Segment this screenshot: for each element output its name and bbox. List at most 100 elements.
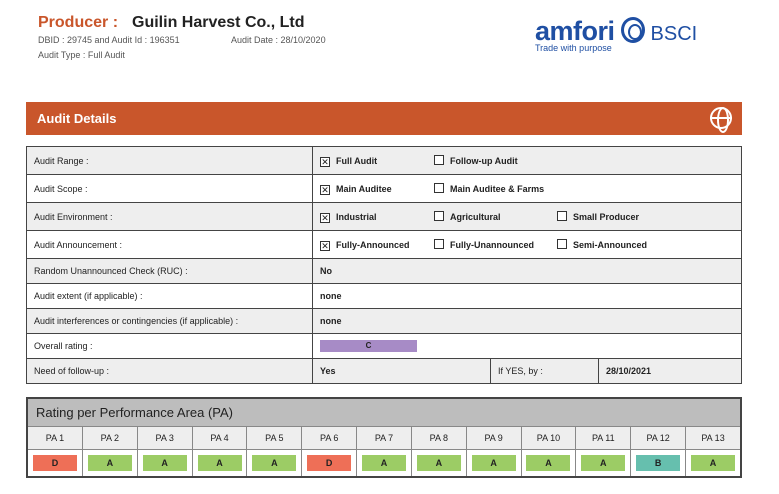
option-fully-unannounced: Fully-Unannounced	[434, 238, 557, 250]
option-agricultural: Agricultural	[434, 210, 557, 222]
pa-rating-badge: A	[142, 454, 187, 471]
checked-checkbox[interactable]: ✕	[320, 156, 330, 167]
option-label: Fully-Unannounced	[450, 239, 534, 250]
pa-rating-cell: A	[410, 449, 467, 477]
pa-rating-cell: D	[26, 449, 83, 477]
option-label: Main Auditee & Farms	[450, 183, 545, 194]
pa-name: PA 5	[246, 426, 303, 450]
option-label: Fully-Announced	[336, 239, 410, 250]
row-label: Overall rating :	[26, 333, 313, 359]
checkbox[interactable]	[434, 154, 444, 165]
checked-checkbox[interactable]: ✕	[320, 184, 330, 195]
pa-name: PA 11	[575, 426, 632, 450]
option-main-auditee: ✕ Main Auditee	[320, 184, 434, 195]
pa-rating-badge: A	[691, 454, 736, 471]
pa-rating-badge: A	[87, 454, 132, 471]
row-label: Audit Range :	[26, 146, 313, 175]
row-audit-announcement: Audit Announcement : ✕ Fully-Announced Full…	[26, 230, 742, 259]
producer-name: Guilin Harvest Co., Ltd	[132, 14, 305, 31]
option-label: Follow-up Audit	[450, 155, 518, 166]
overall-rating-badge: C	[320, 340, 417, 352]
logo-brand: amfori	[535, 16, 615, 46]
checkbox[interactable]	[557, 238, 567, 249]
option-industrial: ✕ Industrial	[320, 212, 434, 223]
option-main-auditee-farms: Main Auditee & Farms	[434, 182, 557, 194]
option-follow-up-audit: Follow-up Audit	[434, 154, 557, 166]
amfori-bsci-logo: amfori BSCI Trade with purpose	[535, 16, 697, 53]
pa-name: PA 8	[410, 426, 467, 450]
audit-date: Audit Date : 28/10/2020	[231, 35, 326, 45]
follow-up-date: 28/10/2021	[598, 358, 742, 384]
option-label: Semi-Announced	[573, 239, 648, 250]
checkbox[interactable]	[557, 210, 567, 221]
option-full-audit: ✕ Full Audit	[320, 156, 434, 167]
option-label: Small Producer	[573, 211, 640, 222]
globe-icon	[710, 107, 732, 133]
row-value: none	[312, 308, 742, 334]
row-label: Need of follow-up :	[26, 358, 313, 384]
pa-rating-cell: A	[246, 449, 303, 477]
pa-rating-cell: A	[520, 449, 577, 477]
checkbox[interactable]	[434, 210, 444, 221]
pa-name: PA 3	[136, 426, 193, 450]
pa-name: PA 13	[685, 426, 742, 450]
options: ✕ Industrial Agricultural Small Producer	[312, 202, 742, 231]
audit-type: Audit Type : Full Audit	[38, 50, 125, 60]
logo-program: BSCI	[650, 23, 698, 45]
pa-rating-badge: D	[32, 454, 77, 471]
row-overall-rating: Overall rating : C	[26, 333, 742, 359]
pa-rating-cell: A	[191, 449, 248, 477]
option-label: Industrial	[336, 211, 377, 222]
pa-rating-badge: A	[581, 454, 626, 471]
row-ruc: Random Unannounced Check (RUC) : No	[26, 258, 742, 284]
section-header: Audit Details	[26, 102, 742, 135]
pa-rating-cell: A	[81, 449, 138, 477]
pa-name: PA 6	[301, 426, 358, 450]
pa-name: PA 10	[520, 426, 577, 450]
checked-checkbox[interactable]: ✕	[320, 212, 330, 223]
option-label: Full Audit	[336, 155, 378, 166]
pa-rating-badge: A	[526, 454, 571, 471]
follow-up-value: Yes	[312, 358, 491, 384]
pa-name: PA 7	[356, 426, 412, 450]
follow-up-by-label: If YES, by :	[490, 358, 599, 384]
row-label: Audit interferences or contingencies (if…	[26, 308, 313, 334]
row-audit-scope: Audit Scope : ✕ Main Auditee Main Auditee &…	[26, 174, 742, 203]
section-title: Audit Details	[37, 111, 117, 126]
option-small-producer: Small Producer	[557, 210, 692, 222]
option-fully-announced: ✕ Fully-Announced	[320, 240, 434, 251]
pa-rating-badge: A	[197, 454, 242, 471]
row-value: none	[312, 283, 742, 309]
checked-checkbox[interactable]: ✕	[320, 240, 330, 251]
pa-name: PA 9	[465, 426, 522, 450]
row-follow-up: Need of follow-up : Yes If YES, by :28/10/…	[26, 358, 742, 384]
pa-name: PA 1	[26, 426, 83, 450]
options: ✕ Fully-Announced Fully-Unannounced Semi-An…	[312, 230, 742, 259]
pa-name: PA 12	[630, 426, 687, 450]
pa-rating-cell: A	[136, 449, 193, 477]
pa-rating-badge: A	[361, 454, 406, 471]
pa-rating-cell: D	[301, 449, 358, 477]
producer-label: Producer :	[38, 14, 119, 31]
row-audit-environment: Audit Environment : ✕ Industrial Agricultur…	[26, 202, 742, 231]
pa-rating-cell: A	[356, 449, 412, 477]
options: ✕ Main Auditee Main Auditee & Farms	[312, 174, 742, 203]
row-label: Audit extent (if applicable) :	[26, 283, 313, 309]
amfori-ring-icon	[620, 17, 645, 43]
audit-details-table: Audit Range : ✕ Full Audit Follow-up Audit …	[26, 146, 742, 384]
pa-rating-badge: D	[307, 454, 352, 471]
row-audit-range: Audit Range : ✕ Full Audit Follow-up Audit	[26, 146, 742, 175]
row-label: Audit Announcement :	[26, 230, 313, 259]
pa-rating-badge: B	[636, 454, 681, 471]
pa-rating-badge: A	[252, 454, 297, 471]
pa-rating-table: Rating per Performance Area (PA) PA 1 PA …	[26, 397, 742, 478]
row-audit-extent: Audit extent (if applicable) : none	[26, 283, 742, 309]
row-label: Audit Scope :	[26, 174, 313, 203]
pa-rating-cell: A	[575, 449, 632, 477]
checkbox[interactable]	[434, 238, 444, 249]
checkbox[interactable]	[434, 182, 444, 193]
pa-rating-badge: A	[416, 454, 461, 471]
row-interferences: Audit interferences or contingencies (if…	[26, 308, 742, 334]
row-value: No	[312, 258, 742, 284]
pa-rating-cell: A	[465, 449, 522, 477]
